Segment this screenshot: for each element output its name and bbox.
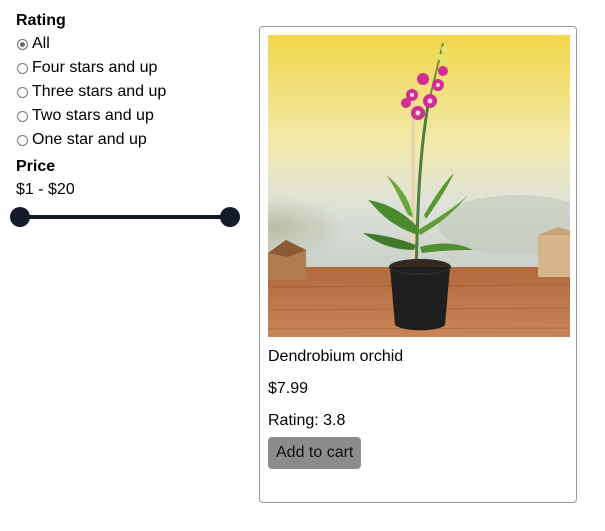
rating-option-one-up[interactable]: One star and up [16,128,252,152]
orchid-photo [268,35,570,337]
product-price: $7.99 [268,380,309,397]
rating-heading: Rating [16,12,66,29]
rating-option-label: Four stars and up [32,59,158,76]
rating-option-all[interactable]: All [16,32,252,56]
product-name: Dendrobium orchid [268,348,404,365]
price-range-value: $1 - $20 [16,181,75,198]
rating-option-three-up[interactable]: Three stars and up [16,80,252,104]
price-heading: Price [16,158,56,175]
product-rating: Rating: 3.8 [268,412,346,429]
rating-option-label: One star and up [32,131,147,148]
rating-option-two-up[interactable]: Two stars and up [16,104,252,128]
product-card: Dendrobium orchid $7.99 Rating: 3.8 Add … [259,26,577,503]
slider-max-handle[interactable] [220,207,240,227]
radio-button[interactable] [17,110,28,122]
radio-button[interactable] [17,62,28,74]
slider-track[interactable] [20,215,230,219]
add-to-cart-button[interactable]: Add to cart [268,437,362,469]
radio-button[interactable] [17,134,28,146]
rating-option-label: Three stars and up [32,83,167,100]
radio-button[interactable] [17,38,28,50]
rating-option-four-up[interactable]: Four stars and up [16,56,252,80]
filter-panel: Rating All Four stars and up Three stars… [16,10,252,200]
slider-min-handle[interactable] [10,207,30,227]
radio-button[interactable] [17,86,28,98]
rating-option-label: All [32,35,50,52]
rating-option-label: Two stars and up [32,107,154,124]
product-image [268,35,570,337]
price-range-slider[interactable] [10,207,240,227]
